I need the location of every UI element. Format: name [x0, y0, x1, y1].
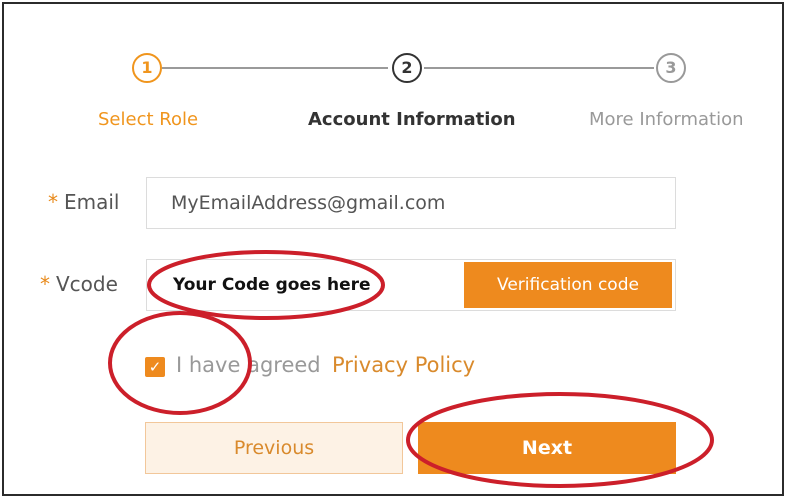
stepper-connector-2-3: [424, 67, 654, 69]
verification-code-button[interactable]: Verification code: [464, 262, 672, 308]
vcode-label-text: Vcode: [56, 272, 118, 296]
required-mark: *: [40, 272, 50, 296]
step-3-circle: 3: [656, 53, 686, 83]
step-2-circle: 2: [392, 53, 422, 83]
step-2-label: Account Information: [308, 109, 516, 130]
checkmark-icon: ✓: [148, 358, 162, 376]
step-1-label: Select Role: [98, 109, 199, 130]
next-button[interactable]: Next: [418, 422, 676, 474]
step-1-circle: 1: [132, 53, 162, 83]
previous-button[interactable]: Previous: [145, 422, 403, 474]
privacy-policy-link[interactable]: Privacy Policy: [332, 353, 475, 377]
step-3-label: More Information: [589, 109, 744, 130]
email-value: MyEmailAddress@gmail.com: [171, 192, 446, 214]
email-label-text: Email: [64, 190, 120, 214]
agreement-checkbox[interactable]: ✓: [145, 357, 165, 377]
stepper-connector-1-2: [162, 67, 388, 69]
email-label: * Email: [48, 190, 120, 214]
email-field[interactable]: MyEmailAddress@gmail.com: [146, 177, 676, 229]
required-mark: *: [48, 190, 58, 214]
vcode-value: Your Code goes here: [173, 275, 371, 295]
vcode-label: * Vcode: [40, 272, 118, 296]
agreement-text: I have agreed: [176, 353, 321, 377]
